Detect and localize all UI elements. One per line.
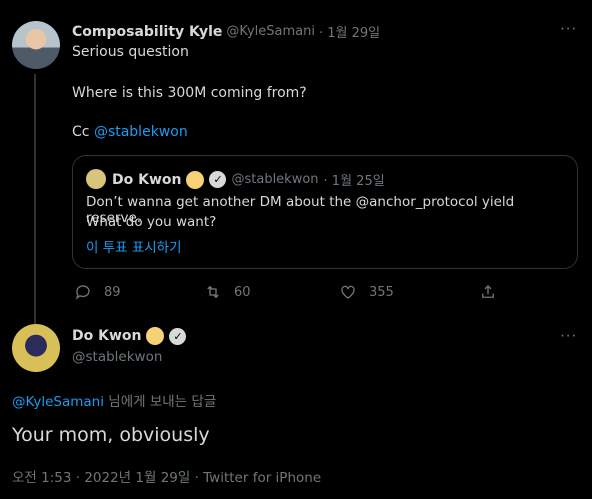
replying-mention-link[interactable]: @KyleSamani	[12, 394, 104, 410]
show-poll-link[interactable]: 이 투표 표시하기	[86, 236, 182, 256]
share-icon	[482, 285, 494, 298]
tweet-header: Composability Kyle @KyleSamani · 1월 29일	[72, 22, 380, 42]
sun-emoji-icon	[146, 327, 165, 345]
reply-icon	[75, 285, 90, 300]
like-action[interactable]: 355	[339, 283, 394, 301]
tweet-cc: Cc @stablekwon	[72, 124, 188, 140]
reply-header: Do Kwon ✓	[72, 327, 187, 345]
quote-author-handle: @stablekwon	[231, 172, 319, 187]
retweet-action[interactable]: 60	[204, 283, 251, 301]
cc-prefix: Cc	[72, 124, 94, 140]
sun-emoji-icon	[186, 170, 205, 189]
author-name[interactable]: Composability Kyle	[72, 24, 222, 40]
retweet-icon	[207, 285, 219, 299]
quote-text-2: What do you want?	[86, 214, 217, 230]
reply-text: Your mom, obviously	[12, 424, 210, 446]
quote-author-name: Do Kwon	[112, 171, 182, 188]
cc-mention-link[interactable]: @stablekwon	[94, 124, 188, 140]
dokwon-avatar[interactable]	[12, 324, 60, 372]
reply-author-name[interactable]: Do Kwon	[72, 328, 141, 344]
quote-header: Do Kwon ✓ @stablekwon · 1월 25일	[112, 170, 385, 189]
tweet-line-1: Serious question	[72, 44, 189, 60]
heart-icon	[341, 285, 355, 299]
reply-count: 89	[104, 284, 121, 300]
more-options-icon[interactable]: ···	[560, 327, 577, 345]
replying-suffix: 님에게 보내는 답글	[104, 394, 217, 410]
replying-to: @KyleSamani 님에게 보내는 답글	[12, 390, 216, 410]
verified-badge-icon: ✓	[209, 171, 227, 188]
quote-date: · 1월 25일	[323, 174, 385, 189]
more-options-icon[interactable]: ···	[560, 20, 577, 38]
thread-line	[34, 74, 36, 324]
tweet-date[interactable]: · 1월 29일	[319, 22, 380, 41]
author-handle[interactable]: @KyleSamani	[226, 24, 315, 39]
reply-author-handle[interactable]: @stablekwon	[72, 349, 162, 365]
share-action[interactable]	[479, 283, 497, 301]
retweet-count: 60	[234, 284, 251, 300]
verified-badge-icon: ✓	[169, 327, 187, 345]
reply-action[interactable]: 89	[74, 283, 121, 301]
tweet-line-2: Where is this 300M coming from?	[72, 85, 307, 101]
reply-timestamp[interactable]: 오전 1:53 · 2022년 1월 29일 · Twitter for iPh…	[12, 466, 321, 486]
quote-avatar	[86, 169, 106, 189]
kyle-avatar[interactable]	[12, 21, 60, 69]
like-count: 355	[369, 284, 394, 300]
